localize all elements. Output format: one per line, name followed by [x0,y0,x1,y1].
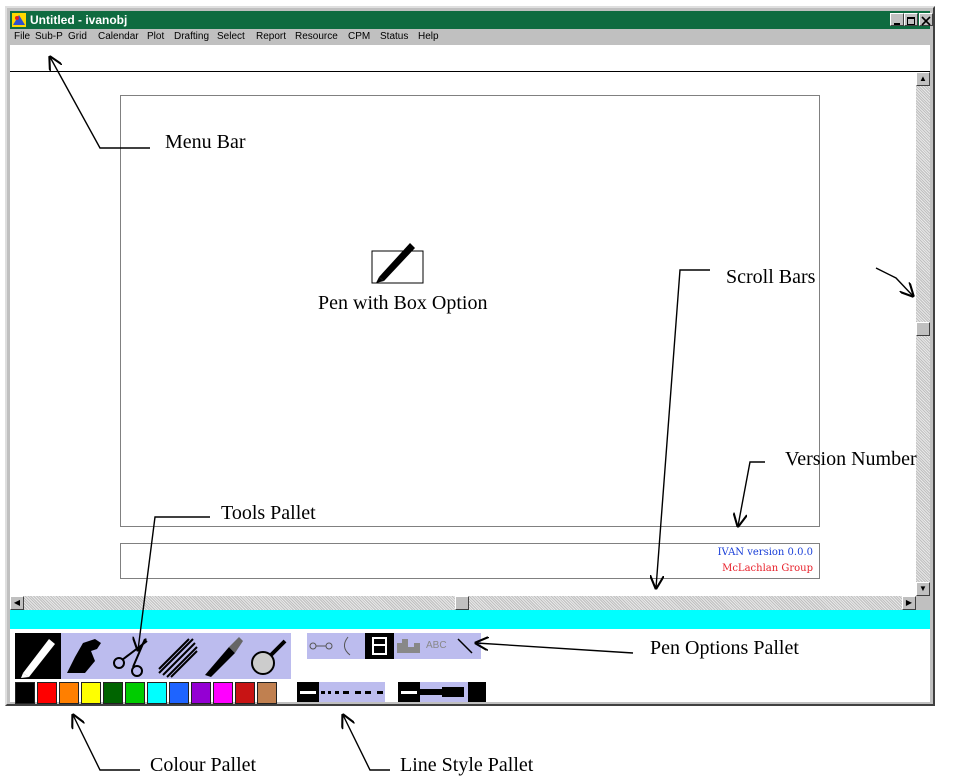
arrow-pen-options-pallet [476,643,634,654]
arrow-scroll-bars-bottom [656,269,710,588]
arrow-line-style-pallet [343,715,390,771]
annotation-arrows [0,0,968,771]
arrow-version-number [738,461,765,526]
arrow-scroll-bars-right [875,267,913,296]
arrow-menu-bar [50,57,150,149]
arrow-colour-pallet [73,715,140,771]
arrow-tools-pallet [138,516,210,650]
